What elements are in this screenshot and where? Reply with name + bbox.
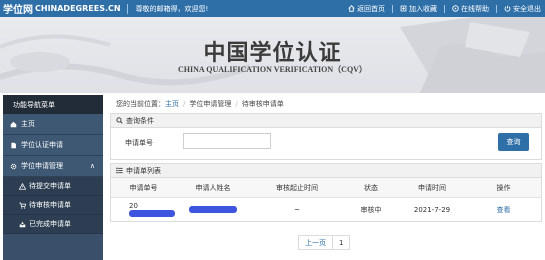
sidebar: 功能导航菜单 主页 学位认证申请 学位申请管理 ∧ 待提交申请单 待审核申请单 … — [3, 95, 103, 260]
query-panel-title: 查询条件 — [126, 116, 154, 125]
banner: 中国学位认证 CHINA QUALIFICATION VERIFICATION（… — [0, 17, 545, 93]
application-number-input[interactable] — [183, 133, 271, 149]
sidebar-subitem-label: 待审核申请单 — [29, 201, 71, 209]
status-cell: 审核中 — [360, 205, 382, 214]
search-icon — [116, 117, 123, 124]
home-icon — [348, 5, 355, 12]
review-period-cell: ~ — [294, 205, 300, 214]
top-links: 返回首页 加入收藏 在线帮助 安全退出 — [348, 0, 541, 17]
application-number-label: 申请单号 — [125, 139, 153, 147]
breadcrumb-level1[interactable]: 学位申请管理 — [189, 99, 231, 109]
sidebar-subitem-pending-submission[interactable]: 待提交申请单 — [3, 177, 103, 196]
sidebar-subitem-label: 待提交申请单 — [29, 182, 71, 190]
link-divider — [496, 4, 497, 13]
query-panel-header: 查询条件 — [111, 114, 541, 128]
redaction-mark — [189, 206, 237, 213]
redaction-mark — [129, 210, 175, 217]
add-favorite-link[interactable]: 加入收藏 — [400, 4, 437, 14]
cart-icon — [19, 202, 26, 209]
pagination: 上一页 1 — [298, 235, 351, 250]
help-icon — [452, 5, 459, 12]
column-header: 申请单号 — [111, 178, 176, 198]
home-icon — [10, 121, 17, 127]
table-row: 20 ~ 审核中 2021-7-29 查看 — [111, 198, 541, 222]
breadcrumb-home[interactable]: 主页 — [165, 99, 179, 109]
column-header: 操作 — [466, 178, 541, 198]
sidebar-item-label: 学位认证申请 — [21, 141, 63, 149]
warning-icon — [19, 182, 26, 190]
applicant-name-cell — [176, 198, 250, 222]
logo-divider — [126, 3, 128, 14]
welcome-message: 尊敬的邮箱得，欢迎您! — [135, 4, 209, 13]
banner-subtitle: CHINA QUALIFICATION VERIFICATION（CQV） — [178, 65, 367, 74]
online-help-label: 在线帮助 — [461, 4, 489, 13]
file-icon — [11, 142, 16, 148]
online-help-link[interactable]: 在线帮助 — [452, 4, 489, 14]
sidebar-header: 功能导航菜单 — [3, 95, 103, 114]
logout-label: 安全退出 — [513, 4, 541, 13]
application-list-panel: 申请单列表 申请单号 申请人姓名 审核起止时间 状态 申请时间 操作 20 ~ … — [110, 163, 542, 222]
site-logo[interactable]: 学位网 CHINADEGREES.CN — [0, 0, 121, 17]
sidebar-item-label: 学位申请管理 — [21, 162, 63, 170]
top-bar: 学位网 CHINADEGREES.CN 尊敬的邮箱得，欢迎您! 返回首页 加入收… — [0, 0, 545, 17]
prev-page-button[interactable]: 上一页 — [299, 236, 332, 249]
logo-text-cn: 学位网 — [3, 5, 33, 16]
list-panel-header: 申请单列表 — [111, 164, 541, 178]
action-cell: 查看 — [466, 198, 541, 222]
back-home-label: 返回首页 — [357, 4, 385, 13]
sidebar-subitem-completed[interactable]: 已完成申请单 — [3, 215, 103, 234]
sidebar-subitem-pending-review[interactable]: 待审核申请单 — [3, 196, 103, 215]
list-icon — [116, 167, 123, 174]
column-header: 申请人姓名 — [176, 178, 250, 198]
logo-text-en: CHINADEGREES.CN — [35, 4, 121, 13]
sidebar-item-degree-application[interactable]: 学位认证申请 — [3, 135, 103, 156]
application-date-cell: 2021-7-29 — [413, 205, 451, 214]
column-header: 申请时间 — [398, 178, 466, 198]
main-content: 您的当前位置 ： 主页 / 学位申请管理 / 待审核申请单 查询条件 申请单号 … — [110, 95, 542, 260]
link-divider — [444, 4, 445, 13]
application-number-prefix: 20 — [129, 201, 138, 210]
breadcrumb: 您的当前位置 ： 主页 / 学位申请管理 / 待审核申请单 — [116, 99, 284, 109]
view-link[interactable]: 查看 — [497, 206, 511, 214]
link-divider — [392, 4, 393, 13]
breadcrumb-prefix: 您的当前位置 — [116, 100, 158, 108]
collapse-arrow-icon: ∧ — [89, 162, 95, 170]
application-number-cell: 20 — [111, 198, 176, 222]
banner-title: 中国学位认证 — [203, 40, 342, 66]
column-header: 状态 — [344, 178, 398, 198]
gear-icon — [10, 163, 17, 169]
query-panel: 查询条件 申请单号 查询 — [110, 113, 542, 160]
sidebar-item-home[interactable]: 主页 — [3, 114, 103, 135]
search-button[interactable]: 查询 — [498, 133, 529, 151]
column-header: 审核起止时间 — [250, 178, 344, 198]
add-favorite-label: 加入收藏 — [409, 4, 437, 13]
list-panel-title: 申请单列表 — [126, 166, 161, 175]
logout-link[interactable]: 安全退出 — [504, 4, 541, 14]
logout-icon — [504, 5, 511, 12]
bookmark-icon — [400, 5, 407, 12]
sidebar-item-application-management[interactable]: 学位申请管理 ∧ — [3, 156, 103, 177]
inbox-icon — [19, 221, 26, 227]
breadcrumb-level2: 待审核申请单 — [241, 100, 284, 108]
page-number-current[interactable]: 1 — [332, 236, 349, 249]
sidebar-item-label: 主页 — [21, 120, 35, 128]
back-home-link[interactable]: 返回首页 — [348, 4, 385, 14]
table-header-row: 申请单号 申请人姓名 审核起止时间 状态 申请时间 操作 — [111, 178, 541, 198]
sidebar-subitem-label: 已完成申请单 — [29, 220, 71, 228]
application-table: 申请单号 申请人姓名 审核起止时间 状态 申请时间 操作 20 ~ 审核中 20… — [111, 178, 541, 221]
